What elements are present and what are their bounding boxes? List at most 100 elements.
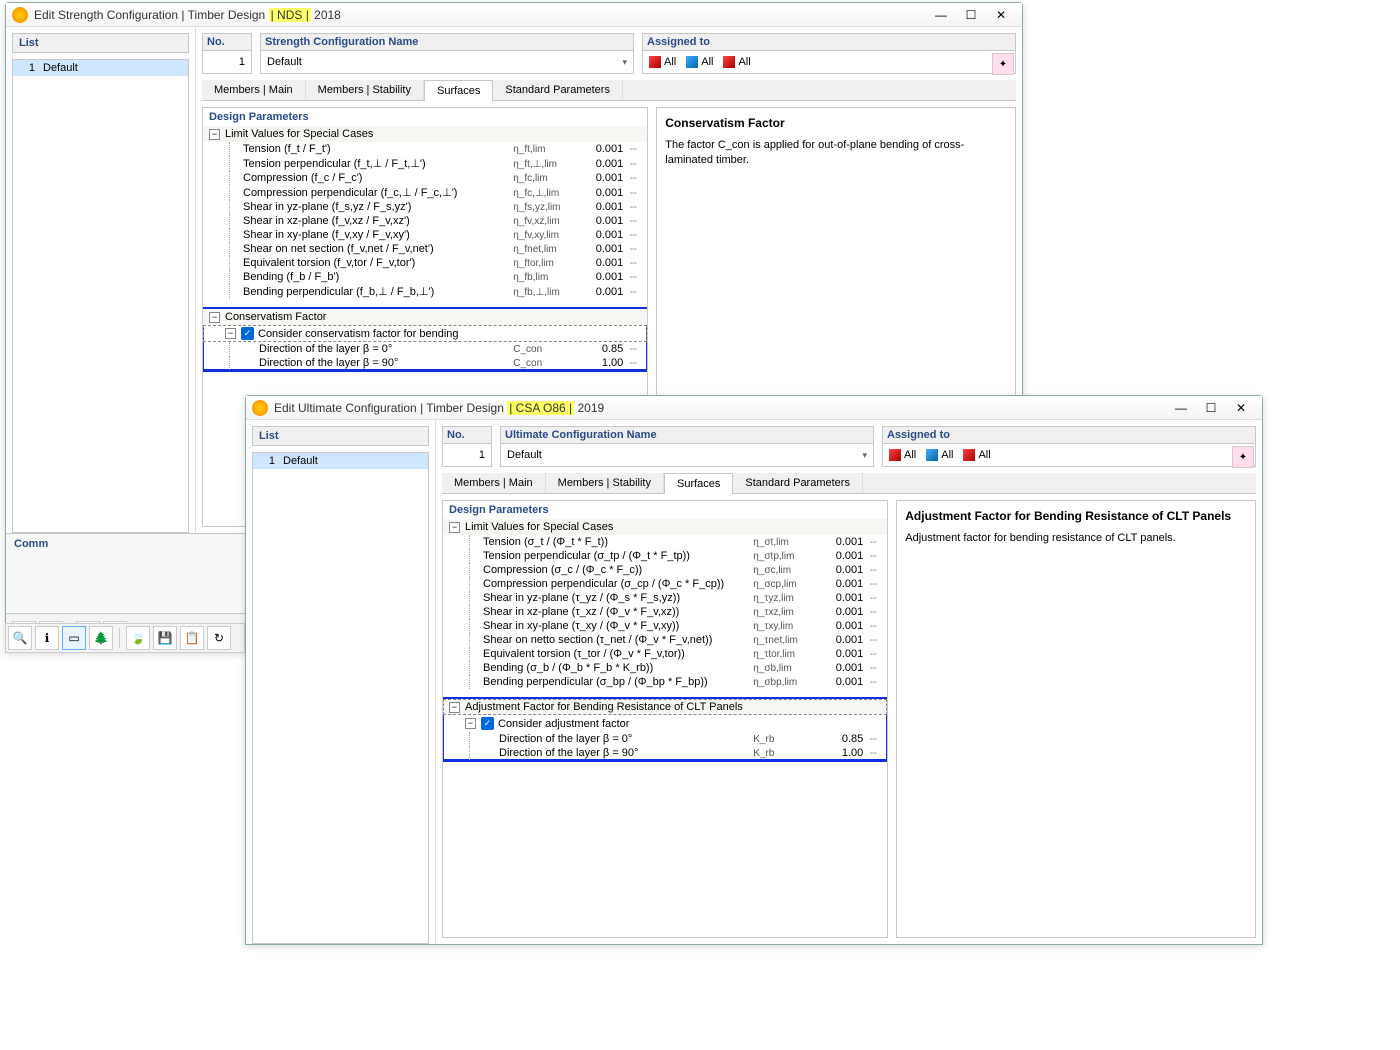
group-limit-values[interactable]: − Limit Values for Special Cases — [203, 126, 647, 142]
param-value[interactable]: 1.00 — [573, 357, 623, 369]
param-row[interactable]: Shear in xz-plane (τ_xz / (Φ_v * F_v,xz)… — [443, 605, 887, 619]
tab-members-stability[interactable]: Members | Stability — [546, 473, 664, 493]
param-row[interactable]: Shear in xy-plane (f_v,xy / F_v,xy')η_fv… — [203, 228, 647, 242]
assigned-field[interactable]: All All All — [882, 443, 1256, 467]
param-row[interactable]: Direction of the layer β = 0°C_con0.85-- — [203, 342, 647, 356]
param-value[interactable]: 0.001 — [813, 550, 863, 562]
param-value[interactable]: 0.001 — [813, 648, 863, 660]
group-conservatism[interactable]: − Conservatism Factor — [203, 309, 647, 325]
param-value[interactable]: 0.001 — [573, 143, 623, 155]
assigned-field[interactable]: All All All — [642, 50, 1016, 74]
param-value[interactable]: 0.001 — [813, 564, 863, 576]
param-value[interactable]: 0.001 — [813, 606, 863, 618]
refresh-icon[interactable]: ↻ — [207, 626, 231, 650]
list-body[interactable]: 1 Default — [252, 452, 429, 944]
param-row[interactable]: Shear on net section (f_v,net / F_v,net'… — [203, 242, 647, 256]
filter-button[interactable]: ✦ — [1232, 446, 1254, 468]
minimize-button[interactable]: — — [926, 5, 956, 25]
param-row[interactable]: Compression (f_c / F_c')η_fc,lim0.001-- — [203, 171, 647, 185]
param-row[interactable]: Bending (f_b / F_b')η_fb,lim0.001-- — [203, 270, 647, 284]
tab-members-main[interactable]: Members | Main — [442, 473, 546, 493]
param-row[interactable]: Tension (f_t / F_t')η_ft,lim0.001-- — [203, 142, 647, 156]
param-value[interactable]: 0.001 — [573, 286, 623, 298]
close-button[interactable]: ✕ — [1226, 398, 1256, 418]
minimize-button[interactable]: — — [1166, 398, 1196, 418]
save-icon[interactable]: 💾 — [153, 626, 177, 650]
tab-standard-parameters[interactable]: Standard Parameters — [493, 80, 623, 100]
collapse-icon[interactable]: − — [465, 718, 476, 729]
param-value[interactable]: 0.001 — [813, 536, 863, 548]
no-field[interactable]: 1 — [442, 443, 492, 467]
rect-icon[interactable]: ▭ — [62, 626, 86, 650]
param-row[interactable]: Compression perpendicular (f_c,⊥ / F_c,⊥… — [203, 185, 647, 200]
leaf-icon[interactable]: 🍃 — [126, 626, 150, 650]
param-row[interactable]: Bending (σ_b / (Φ_b * F_b * K_rb))η_σb,l… — [443, 661, 887, 675]
param-row[interactable]: Direction of the layer β = 0°K_rb0.85-- — [443, 732, 887, 746]
param-value[interactable]: 1.00 — [813, 747, 863, 759]
param-value[interactable]: 0.001 — [813, 620, 863, 632]
name-dropdown[interactable]: Default▾ — [500, 443, 874, 467]
param-row[interactable]: Bending perpendicular (σ_bp / (Φ_bp * F_… — [443, 675, 887, 689]
tab-surfaces[interactable]: Surfaces — [664, 473, 733, 494]
info-icon[interactable]: ℹ — [35, 626, 59, 650]
group-adjustment[interactable]: − Adjustment Factor for Bending Resistan… — [443, 699, 887, 715]
group-limit-values[interactable]: − Limit Values for Special Cases — [443, 519, 887, 535]
collapse-icon[interactable]: − — [209, 129, 220, 140]
close-button[interactable]: ✕ — [986, 5, 1016, 25]
no-field[interactable]: 1 — [202, 50, 252, 74]
collapse-icon[interactable]: − — [209, 312, 220, 323]
param-value[interactable]: 0.001 — [573, 271, 623, 283]
param-row[interactable]: Equivalent torsion (f_v,tor / F_v,tor')η… — [203, 256, 647, 270]
collapse-icon[interactable]: − — [449, 522, 460, 533]
maximize-button[interactable]: ☐ — [1196, 398, 1226, 418]
search-icon[interactable]: 🔍 — [8, 626, 32, 650]
checkbox-checked-icon[interactable]: ✓ — [481, 717, 494, 730]
filter-button[interactable]: ✦ — [992, 53, 1014, 75]
param-value[interactable]: 0.001 — [573, 215, 623, 227]
list-body[interactable]: 1 Default — [12, 59, 189, 533]
param-value[interactable]: 0.001 — [573, 187, 623, 199]
param-value[interactable]: 0.001 — [573, 257, 623, 269]
param-row[interactable]: Compression (σ_c / (Φ_c * F_c))η_σc,lim0… — [443, 563, 887, 577]
param-value[interactable]: 0.001 — [573, 158, 623, 170]
consider-conservatism-checkbox-row[interactable]: − ✓ Consider conservatism factor for ben… — [203, 325, 647, 342]
param-value[interactable]: 0.001 — [813, 676, 863, 688]
param-value[interactable]: 0.001 — [573, 229, 623, 241]
tab-surfaces[interactable]: Surfaces — [424, 80, 493, 101]
checkbox-checked-icon[interactable]: ✓ — [241, 327, 254, 340]
name-dropdown[interactable]: Default▾ — [260, 50, 634, 74]
param-row[interactable]: Compression perpendicular (σ_cp / (Φ_c *… — [443, 577, 887, 591]
tab-standard-parameters[interactable]: Standard Parameters — [733, 473, 863, 493]
param-row[interactable]: Shear in xy-plane (τ_xy / (Φ_v * F_v,xy)… — [443, 619, 887, 633]
tab-members-stability[interactable]: Members | Stability — [306, 80, 424, 100]
copy-icon[interactable]: 📋 — [180, 626, 204, 650]
collapse-icon[interactable]: − — [225, 328, 236, 339]
list-item[interactable]: 1 Default — [13, 60, 188, 76]
param-value[interactable]: 0.001 — [813, 662, 863, 674]
param-row[interactable]: Shear on netto section (τ_net / (Φ_v * F… — [443, 633, 887, 647]
param-row[interactable]: Bending perpendicular (f_b,⊥ / F_b,⊥')η_… — [203, 284, 647, 299]
param-value[interactable]: 0.001 — [813, 592, 863, 604]
param-value[interactable]: 0.85 — [573, 343, 623, 355]
tree-icon[interactable]: 🌲 — [89, 626, 113, 650]
param-value[interactable]: 0.001 — [573, 243, 623, 255]
collapse-icon[interactable]: − — [449, 702, 460, 713]
consider-adjustment-checkbox-row[interactable]: − ✓ Consider adjustment factor — [443, 715, 887, 732]
param-row[interactable]: Equivalent torsion (τ_tor / (Φ_v * F_v,t… — [443, 647, 887, 661]
param-row[interactable]: Direction of the layer β = 90°K_rb1.00-- — [443, 746, 887, 760]
param-row[interactable]: Shear in xz-plane (f_v,xz / F_v,xz')η_fv… — [203, 214, 647, 228]
params-tree[interactable]: − Limit Values for Special Cases Tension… — [443, 519, 887, 937]
param-row[interactable]: Tension perpendicular (σ_tp / (Φ_t * F_t… — [443, 549, 887, 563]
param-row[interactable]: Direction of the layer β = 90°C_con1.00-… — [203, 356, 647, 370]
param-value[interactable]: 0.001 — [813, 634, 863, 646]
param-row[interactable]: Tension perpendicular (f_t,⊥ / F_t,⊥')η_… — [203, 156, 647, 171]
list-item[interactable]: 1 Default — [253, 453, 428, 469]
param-row[interactable]: Tension (σ_t / (Φ_t * F_t))η_σt,lim0.001… — [443, 535, 887, 549]
param-value[interactable]: 0.001 — [813, 578, 863, 590]
param-value[interactable]: 0.001 — [573, 201, 623, 213]
maximize-button[interactable]: ☐ — [956, 5, 986, 25]
param-value[interactable]: 0.85 — [813, 733, 863, 745]
param-row[interactable]: Shear in yz-plane (f_s,yz / F_s,yz')η_fs… — [203, 200, 647, 214]
param-value[interactable]: 0.001 — [573, 172, 623, 184]
tab-members-main[interactable]: Members | Main — [202, 80, 306, 100]
